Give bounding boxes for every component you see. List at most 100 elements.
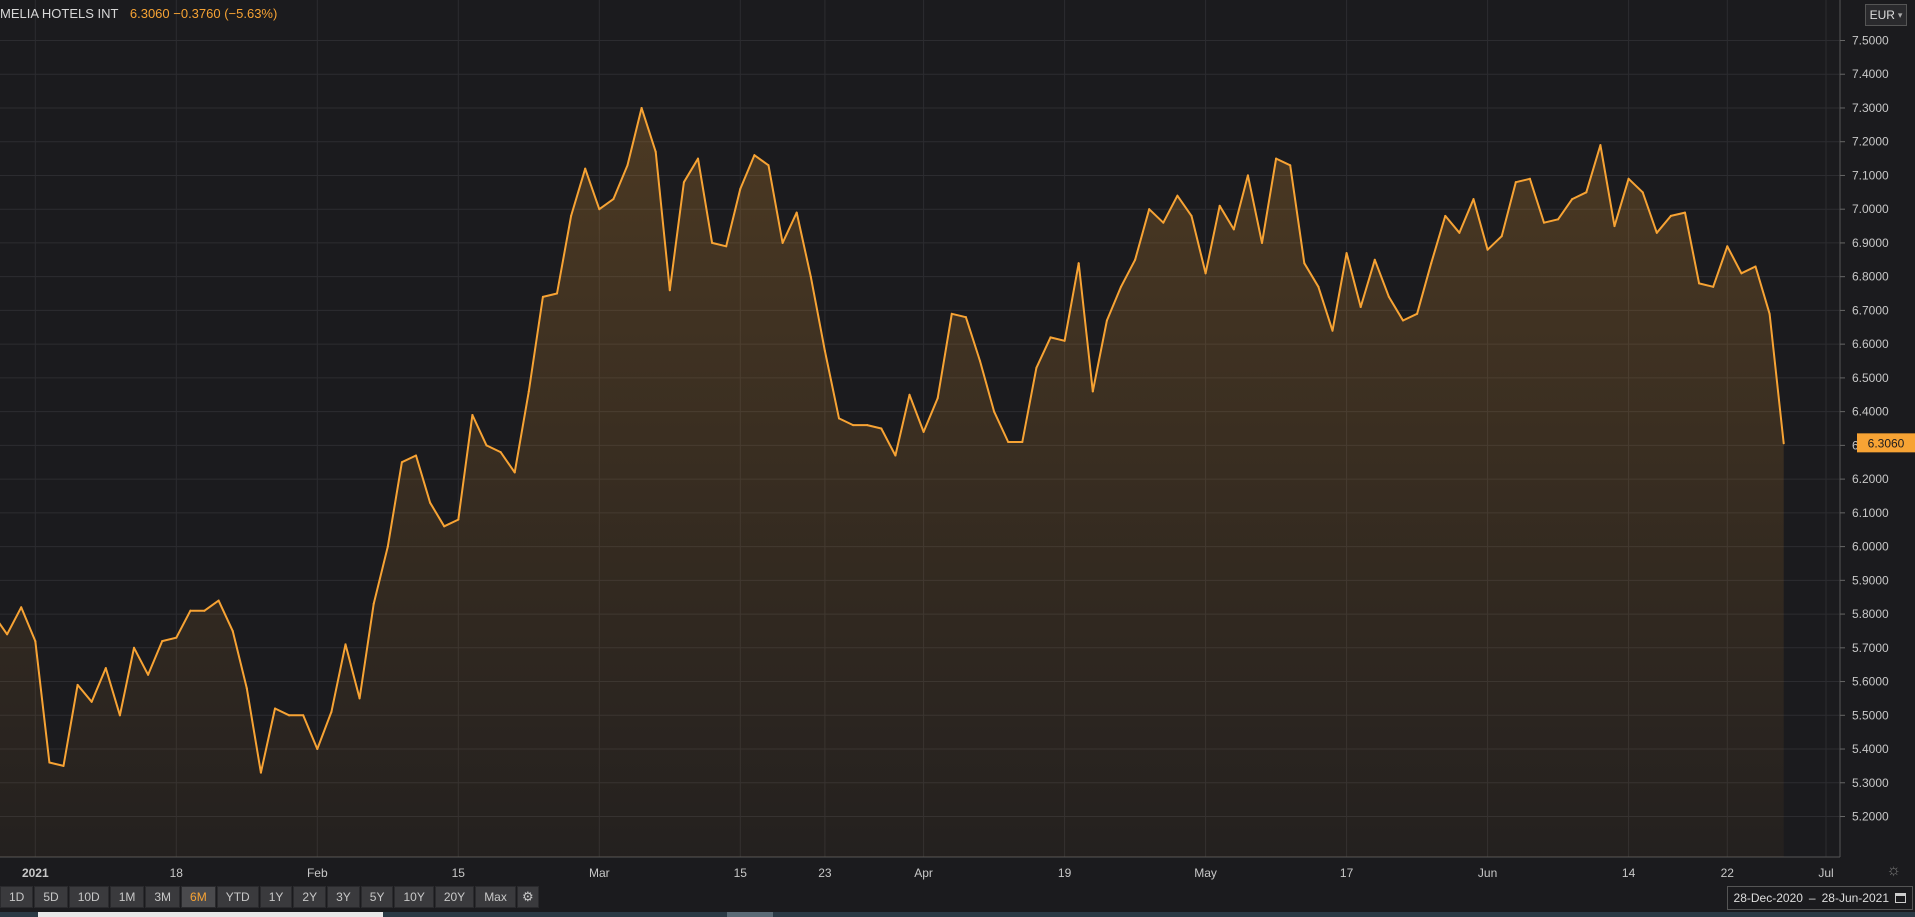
x-tick-label: 18	[170, 866, 184, 880]
price-point	[1571, 198, 1574, 201]
price-point	[34, 640, 37, 642]
price-point	[852, 424, 854, 426]
x-tick-label: Mar	[589, 866, 610, 880]
scrollbar-thumb[interactable]	[38, 912, 383, 917]
price-point	[1289, 164, 1292, 167]
price-point	[1458, 231, 1461, 234]
range-button-2y[interactable]: 2Y	[293, 886, 327, 908]
price-point	[1430, 262, 1433, 265]
x-tick-label: 2021	[22, 866, 49, 880]
price-point	[1345, 252, 1348, 255]
price-point	[104, 667, 107, 669]
range-button-5d[interactable]: 5D	[34, 886, 68, 908]
x-tick-label: 23	[818, 866, 832, 880]
y-tick-label: 6.7000	[1852, 303, 1889, 317]
x-tick-label: 15	[734, 866, 748, 880]
price-point	[1402, 319, 1404, 322]
chevron-down-icon: ▾	[1897, 9, 1903, 20]
x-tick-label: May	[1194, 866, 1217, 880]
price-point	[1726, 245, 1729, 248]
y-tick-label: 7.4000	[1852, 67, 1889, 81]
y-tick-label: 5.8000	[1852, 607, 1889, 621]
price-point	[1190, 215, 1193, 217]
price-point	[781, 242, 784, 244]
scrollbar-handle[interactable]	[727, 912, 773, 917]
price-point	[401, 461, 403, 464]
price-point	[175, 636, 178, 639]
price-point	[838, 417, 840, 420]
range-button-3y[interactable]: 3Y	[327, 886, 360, 908]
currency-label: EUR	[1869, 8, 1895, 22]
calendar-icon	[1895, 893, 1906, 903]
range-button-1m[interactable]: 1M	[109, 886, 145, 908]
price-point	[697, 157, 699, 160]
price-point	[316, 748, 319, 750]
last-price-label: 6.3060	[1868, 436, 1905, 450]
range-settings-gear-icon[interactable]: ⚙	[516, 886, 539, 908]
price-point	[1585, 191, 1588, 194]
date-from: 28-Dec-2020	[1733, 891, 1803, 905]
price-point	[626, 164, 629, 167]
price-chart[interactable]: 5.2000 5.3000 5.4000 5.5000 5.6000 5.7000 5.80…	[0, 0, 1915, 917]
price-point	[1768, 312, 1771, 315]
price-point	[1232, 228, 1235, 231]
price-point	[1021, 441, 1024, 443]
price-point	[1529, 177, 1531, 180]
price-point	[1500, 235, 1503, 238]
price-point	[1049, 336, 1052, 339]
price-point	[1331, 329, 1334, 332]
y-tick-label: 5.3000	[1852, 776, 1889, 790]
price-point	[584, 167, 587, 170]
range-button-1y[interactable]: 1Y	[259, 886, 293, 908]
price-point	[6, 633, 8, 636]
price-point	[1698, 282, 1700, 285]
price-point	[386, 545, 389, 548]
price-point	[993, 410, 995, 413]
y-tick-label: 6.1000	[1852, 506, 1889, 520]
price-point	[1007, 441, 1010, 443]
price-point	[76, 684, 79, 686]
price-point	[795, 211, 798, 214]
price-point	[979, 360, 981, 362]
y-tick-label: 6.4000	[1852, 405, 1889, 419]
currency-select[interactable]: EUR ▾	[1865, 4, 1907, 26]
range-button-10d[interactable]: 10D	[68, 886, 109, 908]
price-point	[1416, 312, 1418, 315]
range-button-max[interactable]: Max	[475, 886, 516, 908]
y-tick-label: 6.2000	[1852, 472, 1889, 486]
x-tick-label: Jul	[1818, 866, 1833, 880]
price-point	[20, 606, 23, 609]
price-point	[654, 150, 657, 153]
range-button-1d[interactable]: 1D	[0, 886, 34, 908]
price-point	[372, 603, 375, 605]
range-button-ytd[interactable]: YTD	[216, 886, 259, 908]
price-point	[1712, 285, 1715, 288]
price-point	[231, 630, 234, 632]
price-point	[570, 215, 572, 217]
price-point	[1148, 208, 1151, 211]
settings-gear-icon[interactable]: ☼	[1886, 862, 1901, 880]
price-point	[358, 697, 361, 700]
price-point	[260, 771, 262, 774]
price-point	[161, 640, 164, 642]
price-point	[330, 711, 333, 713]
price-point	[485, 444, 488, 447]
y-tick-label: 5.2000	[1852, 810, 1889, 824]
price-point	[640, 107, 643, 109]
y-tick-label: 6.5000	[1852, 371, 1889, 385]
price-point	[288, 714, 290, 717]
range-button-20y[interactable]: 20Y	[434, 886, 475, 908]
price-point	[1754, 265, 1757, 268]
range-button-5y[interactable]: 5Y	[360, 886, 394, 908]
y-tick-label: 7.5000	[1852, 33, 1889, 47]
price-point	[739, 188, 742, 190]
range-button-10y[interactable]: 10Y	[394, 886, 434, 908]
range-button-6m[interactable]: 6M	[181, 886, 216, 908]
price-point	[866, 424, 869, 426]
price-point	[1218, 204, 1221, 207]
price-point	[1388, 296, 1390, 298]
range-button-3m[interactable]: 3M	[145, 886, 181, 908]
date-range-picker[interactable]: 28-Dec-2020 – 28-Jun-2021	[1726, 886, 1913, 910]
price-point	[1557, 218, 1559, 221]
price-point	[1303, 262, 1306, 265]
